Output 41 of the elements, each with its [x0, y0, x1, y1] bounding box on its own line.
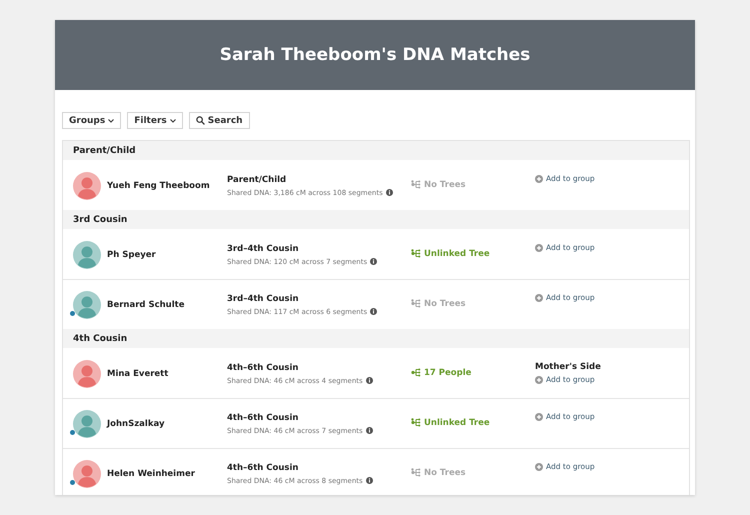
info-icon[interactable] [366, 427, 373, 434]
info-icon[interactable] [370, 308, 378, 315]
relationship: 3rd–4th Cousin [227, 294, 300, 304]
tree-icon [411, 180, 421, 189]
dropdown-button[interactable]: Groups [62, 112, 122, 129]
plus-icon [535, 244, 543, 252]
search-icon [196, 116, 205, 125]
info-icon[interactable] [366, 477, 373, 484]
tree-icon [411, 468, 421, 477]
relationship: 4th–6th Cousin [227, 412, 300, 422]
section-header: 3rd Cousin [63, 210, 689, 229]
plus-icon [535, 412, 543, 420]
match-name[interactable]: Yueh Feng Theeboom [107, 180, 210, 190]
caret-icon [108, 118, 114, 122]
caret-icon [170, 118, 176, 122]
tree-icon [411, 418, 421, 427]
search-button[interactable]: Search [188, 112, 250, 129]
group-label: Mother's Side [535, 362, 602, 372]
plus-icon [535, 462, 543, 470]
info-icon[interactable] [370, 258, 378, 265]
plus-icon [535, 376, 543, 384]
info-icon[interactable] [366, 377, 373, 384]
info-icon[interactable] [386, 189, 393, 196]
tree-icon [411, 368, 421, 377]
tree-icon [411, 249, 421, 258]
section-header: 4th Cousin [63, 329, 689, 348]
relationship: 4th–6th Cousin [227, 462, 300, 472]
match-name[interactable]: Bernard Schulte [107, 300, 184, 310]
section-header: Parent/Child [63, 141, 689, 160]
match-name[interactable]: Ph Speyer [107, 250, 156, 260]
relationship: 4th–6th Cousin [227, 362, 300, 372]
tree-icon [411, 299, 421, 308]
relationship: 3rd–4th Cousin [227, 244, 300, 254]
plus-icon [535, 294, 543, 302]
dropdown-button[interactable]: Filters [127, 112, 183, 129]
plus-icon [535, 174, 543, 182]
match-name[interactable]: JohnSzalkay [107, 418, 164, 428]
match-name[interactable]: Mina Everett [107, 368, 168, 378]
match-name[interactable]: Helen Weinheimer [107, 468, 195, 478]
page-title: Sarah Theeboom's DNA Matches [220, 45, 530, 65]
relationship: Parent/Child [227, 174, 288, 184]
